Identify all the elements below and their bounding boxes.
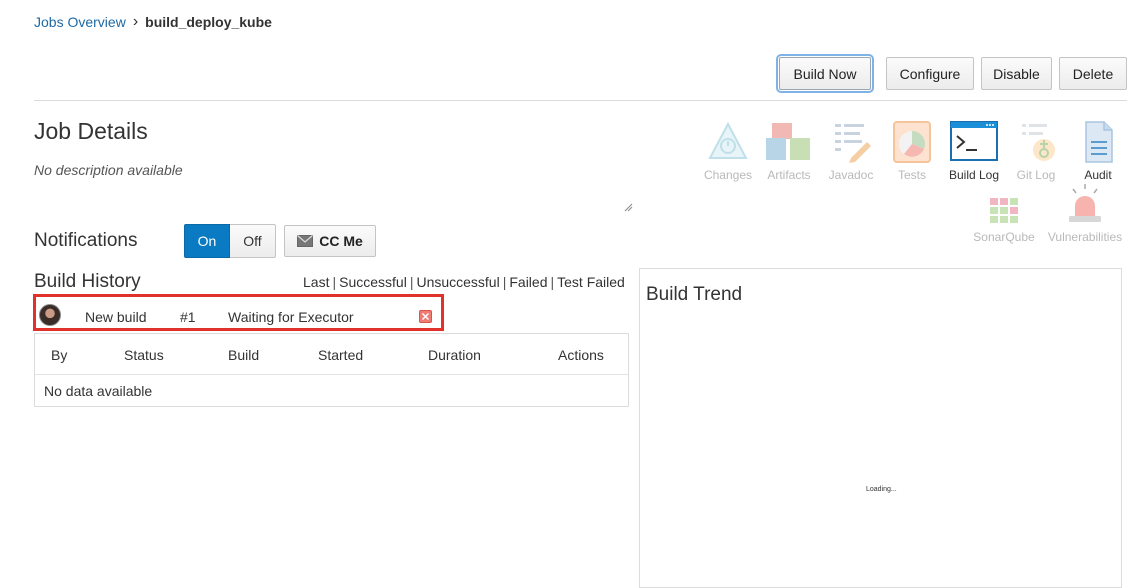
job-description: No description available (34, 162, 183, 178)
cancel-build-icon[interactable] (419, 310, 432, 323)
queued-build-number: #1 (180, 309, 196, 325)
column-header-duration[interactable]: Duration (428, 347, 481, 363)
tool-javadoc[interactable]: Javadoc (819, 120, 883, 182)
artifacts-icon (766, 123, 810, 160)
build-history-filters: Last | Successful | Unsuccessful | Failed | Test… (303, 274, 625, 290)
filter-test-failed-link[interactable]: Test Failed (557, 274, 625, 290)
build-trend-title: Build Trend (646, 284, 743, 305)
column-header-by[interactable]: By (51, 347, 67, 363)
breadcrumb-jobs-overview-link[interactable]: Jobs Overview (34, 14, 126, 30)
build-trend-panel: Build Trend Loading... (639, 268, 1122, 588)
column-header-started[interactable]: Started (318, 347, 363, 363)
tool-tests[interactable]: Tests (880, 120, 944, 182)
build-trend-loading: Loading... (866, 486, 897, 493)
build-history-table: By Status Build Started Duration Actions… (34, 333, 629, 407)
column-header-actions: Actions (558, 347, 604, 363)
delete-button[interactable]: Delete (1059, 57, 1127, 90)
notifications-on-toggle[interactable]: On (184, 224, 230, 258)
vulnerabilities-icon (1069, 184, 1101, 222)
javadoc-icon (835, 124, 871, 163)
queued-build-label: New build (85, 309, 147, 325)
notifications-title: Notifications (34, 230, 138, 251)
filter-successful-link[interactable]: Successful (339, 274, 407, 290)
breadcrumb: Jobs Overview › build_deploy_kube (34, 13, 272, 31)
build-now-button[interactable]: Build Now (776, 54, 874, 93)
tool-audit[interactable]: Audit (1066, 120, 1130, 182)
changes-icon (708, 121, 748, 159)
cc-me-button[interactable]: CC Me (284, 225, 376, 257)
queued-build-status: Waiting for Executor (228, 309, 354, 325)
header-divider (34, 100, 1127, 101)
resize-handle-icon[interactable] (624, 203, 633, 212)
avatar (39, 304, 61, 326)
breadcrumb-separator: › (132, 13, 139, 30)
build-history-title: Build History (34, 271, 141, 292)
configure-button[interactable]: Configure (886, 57, 974, 90)
table-header-divider (35, 374, 628, 375)
filter-unsuccessful-link[interactable]: Unsuccessful (416, 274, 499, 290)
sonarqube-icon (990, 198, 1018, 223)
notifications-off-toggle[interactable]: Off (230, 224, 276, 258)
tool-git-log[interactable]: Git Log (1004, 120, 1068, 182)
tool-changes[interactable]: Changes (696, 120, 760, 182)
queued-build-row: New build #1 Waiting for Executor (33, 294, 444, 331)
filter-last-link[interactable]: Last (303, 274, 329, 290)
empty-table-message: No data available (44, 383, 153, 399)
disable-button[interactable]: Disable (981, 57, 1052, 90)
job-details-title: Job Details (34, 118, 148, 144)
git-log-icon (1022, 124, 1055, 161)
envelope-icon (297, 235, 314, 247)
breadcrumb-current: build_deploy_kube (145, 14, 272, 30)
tool-sonarqube[interactable]: SonarQube (968, 194, 1040, 244)
column-header-build[interactable]: Build (228, 347, 259, 363)
tool-build-log[interactable]: Build Log (942, 120, 1006, 182)
build-log-icon (950, 121, 998, 161)
tool-artifacts[interactable]: Artifacts (757, 120, 821, 182)
tool-vulnerabilities[interactable]: Vulnerabilities (1046, 182, 1124, 244)
filter-failed-link[interactable]: Failed (509, 274, 547, 290)
tests-icon (893, 121, 931, 163)
audit-icon (1085, 121, 1113, 163)
column-header-status[interactable]: Status (124, 347, 164, 363)
